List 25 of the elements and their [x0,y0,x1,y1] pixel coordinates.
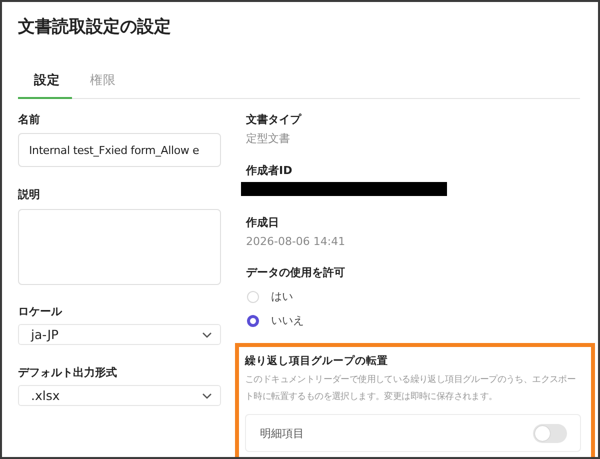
section-title: 繰り返し項目グループの転置 [245,354,389,369]
field-label: 文書タイプ [246,112,302,128]
field-label: データの使用を許可 [246,265,346,281]
toggle-switch[interactable] [533,424,567,442]
dialog-title: 文書読取設定の設定 [18,16,172,39]
tab[interactable]: 設定 [18,70,72,99]
field-label: ロケール [18,304,63,320]
dropdown[interactable]: ja-JP [18,324,221,345]
field-label: 作成日 [246,215,280,231]
radio-button[interactable] [247,314,259,326]
radio-label: いいえ [271,313,304,328]
chevron-down-icon [202,392,212,398]
field-label: デフォルト出力形式 [18,365,118,381]
field-label: 説明 [18,187,41,203]
dropdown[interactable]: .xlsx [18,385,221,406]
field-label: 作成者ID [246,163,294,179]
field-value: 2026-08-06 14:41 [246,234,346,250]
radio-label: はい [271,289,293,304]
field-label: 名前 [18,112,41,128]
field-value: 定型文書 [246,131,291,147]
name-field[interactable]: Internal test_Fxied form_Allow e [18,133,221,167]
chevron-down-icon [202,332,212,338]
section-description: このドキュメントリーダーで使用している繰り返し項目グループのうち、エクスポート時に転置するものを選択します。変更は即時に保存されます。 [245,373,577,404]
description-field[interactable] [18,209,221,285]
toggle-label: 明細項目 [260,426,304,440]
